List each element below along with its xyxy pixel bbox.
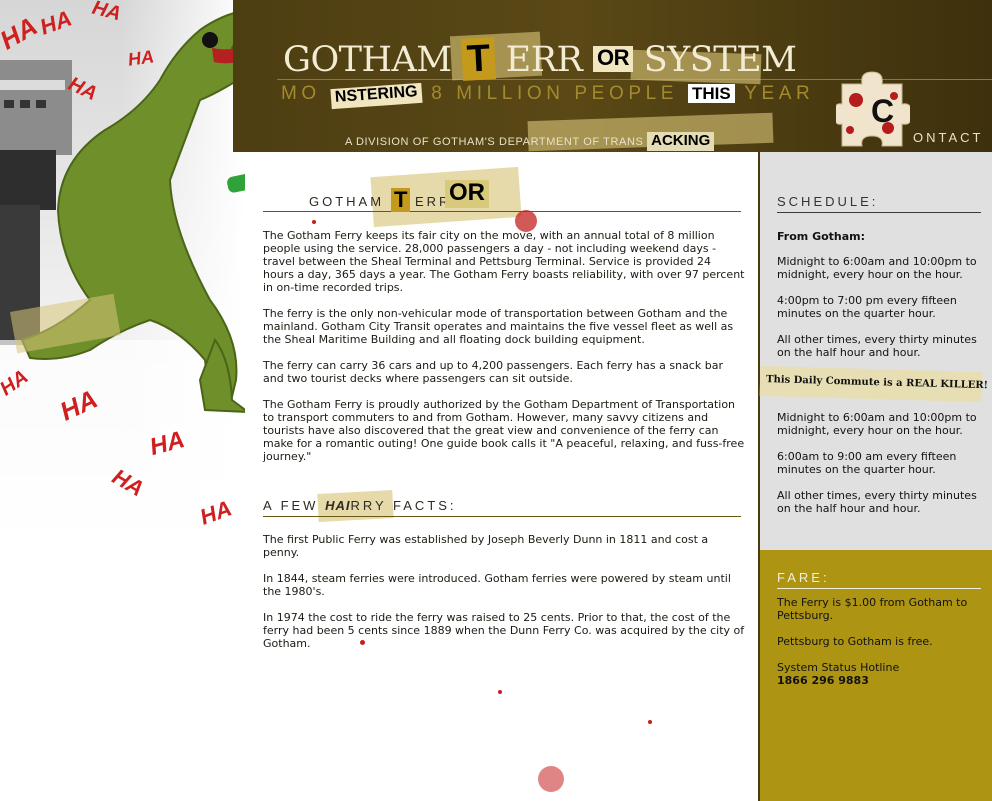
title-part-system: SYSTEM <box>643 40 797 80</box>
division-part: A DIVISION OF GOTHAM'S DEPARTMENT OF TRA… <box>345 136 644 148</box>
title-part-gotham: GOTHAM <box>283 40 452 80</box>
division-cutout-acking: ACKING <box>647 132 715 151</box>
tagline-cutout-nstering: NSTERING <box>330 82 422 110</box>
blood-splat <box>648 720 652 724</box>
schedule-heading: SCHEDULE: <box>777 194 981 213</box>
section-heading-hairry-facts: A FEW HAIRRY FACTS: <box>263 498 741 517</box>
fare-heading: FARE: <box>777 570 981 589</box>
schedule-from-label: From Gotham: <box>777 230 866 243</box>
section-heading-gotham-terror: GOTHAM T ERR OR <box>263 180 741 212</box>
paragraph: The Gotham Ferry is proudly authorized b… <box>263 398 745 463</box>
paragraph: In 1844, steam ferries were introduced. … <box>263 572 731 598</box>
blood-splat <box>312 220 316 224</box>
heading-cutout-hai: HAI <box>325 498 351 513</box>
site-header: GOTHAM T ERR OR SYSTEM MO NSTERING 8 MIL… <box>233 0 992 152</box>
real-killer-banner: This Daily Commute is a REAL KILLER! <box>759 365 988 403</box>
tagline-part: YEAR <box>744 83 815 104</box>
contact-label: ONTACT <box>913 130 984 145</box>
heading-cutout-or: OR <box>445 180 489 208</box>
paragraph: The first Public Ferry was established b… <box>263 533 709 559</box>
division-line: A DIVISION OF GOTHAM'S DEPARTMENT OF TRA… <box>345 132 715 151</box>
schedule-item: 6:00am to 9:00 am every fifteen minutes … <box>777 450 957 476</box>
heading-cutout-t: T <box>391 188 411 212</box>
hotline-number[interactable]: 1866 296 9883 <box>777 674 983 687</box>
fare-panel: FARE: The Ferry is $1.00 from Gotham to … <box>760 550 992 801</box>
title-cutout-or: OR <box>593 46 634 72</box>
heading-part: RRY FACTS: <box>350 498 457 513</box>
fare-item: Pettsburg to Gotham is free. <box>777 635 933 648</box>
sidebar: SCHEDULE: From Gotham: Midnight to 6:00a… <box>758 152 992 801</box>
haha-graffiti: HA <box>126 46 156 70</box>
schedule-item: All other times, every thirty minutes on… <box>777 333 977 359</box>
heading-part: GOTHAM <box>309 194 385 209</box>
schedule-item: 4:00pm to 7:00 pm every fifteen minutes … <box>777 294 957 320</box>
blood-splat <box>498 690 502 694</box>
tagline: MO NSTERING 8 MILLION PEOPLE THIS YEAR <box>281 82 815 110</box>
title-cutout-t: T <box>461 37 497 81</box>
paragraph: The ferry is the only non-vehicular mode… <box>263 307 734 346</box>
heading-part: A FEW <box>263 498 326 513</box>
title-part-err: ERR <box>505 40 583 80</box>
contact-cutout-c: C <box>871 93 898 129</box>
paragraph: The ferry can carry 36 cars and up to 4,… <box>263 359 723 385</box>
fare-item: The Ferry is $1.00 from Gotham to Pettsb… <box>777 596 968 622</box>
contact-link[interactable]: C ONTACT <box>871 95 984 145</box>
blood-splat <box>538 766 564 792</box>
paragraph: The Gotham Ferry keeps its fair city on … <box>263 229 745 294</box>
blood-splat <box>360 640 365 645</box>
hotline-label: System Status Hotline <box>777 661 900 674</box>
schedule-item: Midnight to 6:00am and 10:00pm to midnig… <box>777 411 977 437</box>
schedule-item: Midnight to 6:00am and 10:00pm to midnig… <box>777 255 977 281</box>
paragraph: In 1974 the cost to ride the ferry was r… <box>263 611 745 650</box>
real-killer-text: This Daily Commute is a REAL KILLER! <box>765 374 989 392</box>
blood-splat <box>515 210 537 232</box>
site-title[interactable]: GOTHAM T ERR OR SYSTEM <box>283 37 797 81</box>
left-art-panel: HA HA HA HA HA HA HA HA HA HA <box>0 0 245 570</box>
tagline-part: MO <box>281 83 321 104</box>
tagline-part: 8 MILLION PEOPLE <box>431 83 688 104</box>
schedule-item: All other times, every thirty minutes on… <box>777 489 977 515</box>
tagline-cutout-this: THIS <box>687 84 735 103</box>
